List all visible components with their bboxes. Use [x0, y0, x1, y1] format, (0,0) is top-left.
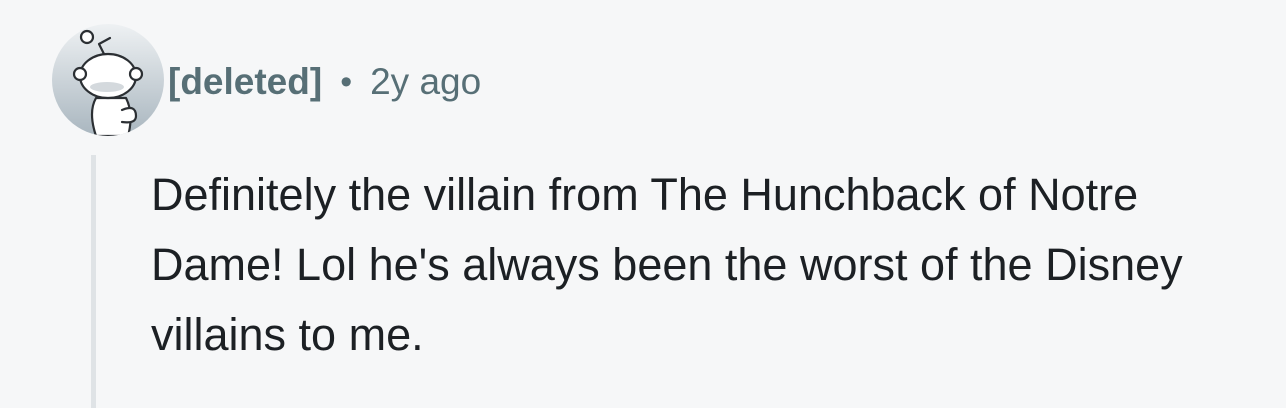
deleted-user-avatar-icon[interactable]: [52, 24, 164, 136]
timestamp-link[interactable]: 2y ago: [370, 61, 481, 103]
comment-meta: [deleted] • 2y ago: [168, 54, 481, 110]
comment-body: Definitely the villain from The Hunchbac…: [151, 169, 1183, 360]
username-link[interactable]: [deleted]: [168, 61, 322, 103]
thread-collapse-line[interactable]: [91, 155, 96, 408]
comment: [deleted] • 2y ago Definitely the villai…: [0, 0, 1286, 408]
meta-separator: •: [340, 62, 353, 101]
